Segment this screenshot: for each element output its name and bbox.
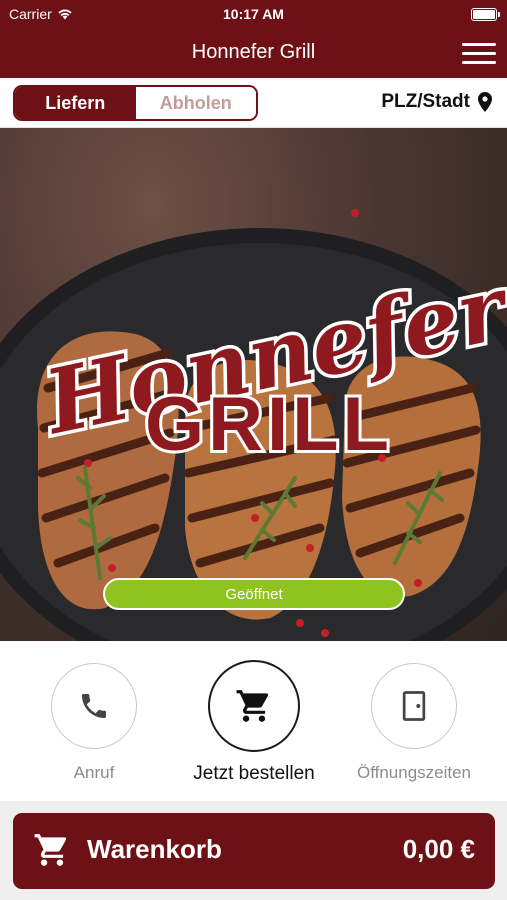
order-mode-bar: Liefern Abholen PLZ/Stadt [0, 78, 507, 128]
cart-icon [236, 690, 269, 722]
hamburger-menu-icon[interactable] [462, 41, 496, 67]
location-pin-icon [478, 92, 492, 112]
deliver-tab[interactable]: Liefern [15, 87, 136, 119]
opening-hours-label: Öffnungszeiten [356, 763, 472, 782]
status-bar: Carrier 10:17 AM [0, 0, 507, 30]
cart-total: 0,00 € [402, 834, 475, 864]
door-icon [402, 691, 426, 721]
page-title: Honnefer Grill [191, 41, 316, 63]
status-time: 10:17 AM [223, 6, 284, 22]
delivery-mode-toggle: Liefern Abholen [13, 85, 258, 121]
quick-actions: Anruf Jetzt bestellen Öffnungszeiten [0, 641, 507, 801]
cart-label: Warenkorb [87, 834, 222, 864]
opening-hours-button[interactable]: Öffnungszeiten [334, 663, 494, 783]
logo-line2: GRILL [145, 382, 393, 467]
order-now-button[interactable]: Jetzt bestellen [174, 660, 334, 785]
order-now-label: Jetzt bestellen [193, 763, 315, 784]
grill-illustration: Honnefer GRILL [0, 209, 507, 641]
location-selector[interactable]: PLZ/Stadt [381, 91, 492, 113]
call-button[interactable]: Anruf [14, 663, 174, 783]
nav-bar: Honnefer Grill [0, 30, 507, 78]
hero-image: Honnefer GRILL [0, 128, 507, 641]
pickup-tab[interactable]: Abholen [135, 87, 256, 119]
call-label: Anruf [73, 763, 115, 782]
cart-icon [34, 834, 67, 866]
open-status-badge: Geöffnet [103, 578, 405, 610]
cart-button[interactable]: Warenkorb 0,00 € [13, 813, 495, 889]
location-label: PLZ/Stadt [381, 91, 470, 112]
phone-icon [82, 694, 106, 718]
battery-icon [471, 8, 500, 21]
